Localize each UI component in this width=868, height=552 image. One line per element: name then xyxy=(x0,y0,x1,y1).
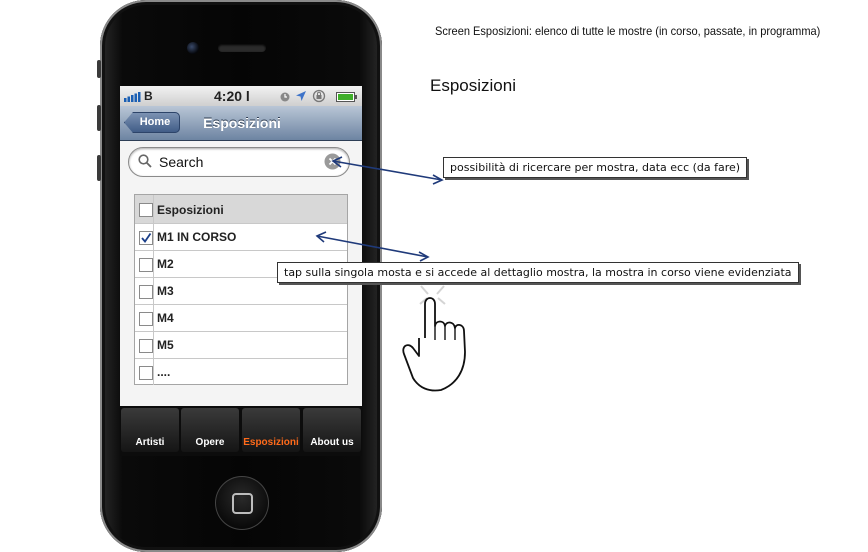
tap-hand-icon xyxy=(402,285,466,392)
arrow-to-search xyxy=(332,160,443,181)
arrow-to-list xyxy=(316,235,429,258)
annotation-arrows xyxy=(315,156,444,262)
